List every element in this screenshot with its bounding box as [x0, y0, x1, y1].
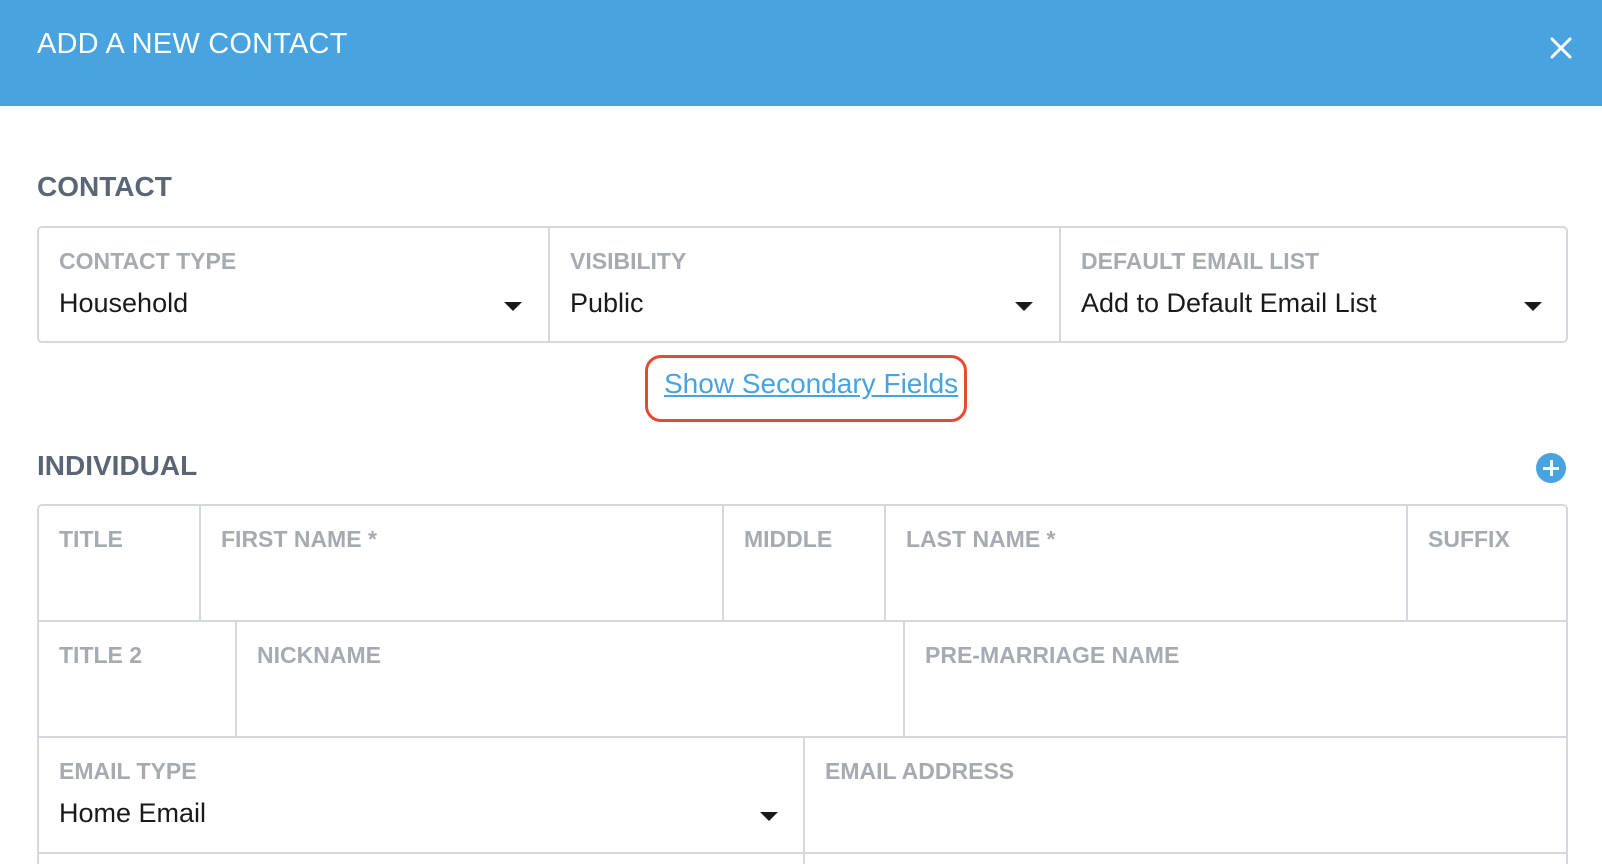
chevron-down-icon — [1015, 302, 1033, 311]
chevron-down-icon — [1524, 302, 1542, 311]
contact-fields-group: CONTACT TYPE Household VISIBILITY Public… — [37, 226, 1568, 343]
contact-section-title: CONTACT — [37, 171, 172, 202]
nickname-input[interactable]: NICKNAME — [237, 622, 905, 738]
close-icon[interactable] — [1547, 34, 1575, 62]
middle-name-input[interactable]: MIDDLE — [724, 506, 886, 622]
contact-type-label: CONTACT TYPE — [59, 248, 237, 274]
add-individual-icon[interactable] — [1536, 453, 1566, 483]
default-email-list-value: Add to Default Email List — [1081, 288, 1377, 318]
title-label: TITLE — [59, 526, 123, 552]
contact-type-value: Household — [59, 288, 189, 318]
show-secondary-fields-link[interactable]: Show Secondary Fields — [664, 368, 958, 400]
default-email-list-label: DEFAULT EMAIL LIST — [1081, 248, 1320, 274]
next-row-field[interactable] — [39, 854, 805, 864]
last-name-input[interactable]: LAST NAME * — [886, 506, 1408, 622]
suffix-label: SUFFIX — [1428, 526, 1510, 552]
modal-header: ADD A NEW CONTACT — [0, 0, 1602, 106]
individual-section-title: INDIVIDUAL — [37, 450, 198, 481]
visibility-select[interactable]: VISIBILITY Public — [550, 228, 1061, 341]
nickname-label: NICKNAME — [257, 642, 381, 668]
email-type-value: Home Email — [59, 798, 207, 828]
email-address-label: EMAIL ADDRESS — [825, 758, 1015, 784]
chevron-down-icon — [504, 302, 522, 311]
email-type-label: EMAIL TYPE — [59, 758, 197, 784]
email-type-select[interactable]: EMAIL TYPE Home Email — [39, 738, 805, 854]
title-input[interactable]: TITLE — [39, 506, 201, 622]
middle-label: MIDDLE — [744, 526, 833, 552]
title2-input[interactable]: TITLE 2 — [39, 622, 237, 738]
title2-label: TITLE 2 — [59, 642, 143, 668]
default-email-list-select[interactable]: DEFAULT EMAIL LIST Add to Default Email … — [1061, 228, 1566, 341]
first-name-input[interactable]: FIRST NAME * — [201, 506, 724, 622]
chevron-down-icon — [760, 812, 778, 821]
email-address-input[interactable]: EMAIL ADDRESS — [805, 738, 1566, 854]
visibility-value: Public — [570, 288, 644, 318]
contact-type-select[interactable]: CONTACT TYPE Household — [39, 228, 550, 341]
pre-marriage-name-input[interactable]: PRE-MARRIAGE NAME — [905, 622, 1566, 738]
suffix-input[interactable]: SUFFIX — [1408, 506, 1566, 622]
modal-title: ADD A NEW CONTACT — [37, 28, 348, 60]
last-name-label: LAST NAME * — [906, 526, 1056, 552]
pre-marriage-name-label: PRE-MARRIAGE NAME — [925, 642, 1180, 668]
next-row-field[interactable] — [805, 854, 1566, 864]
individual-fields-group: TITLE FIRST NAME * MIDDLE LAST NAME * SU… — [37, 504, 1568, 864]
first-name-label: FIRST NAME * — [221, 526, 377, 552]
visibility-label: VISIBILITY — [570, 248, 687, 274]
